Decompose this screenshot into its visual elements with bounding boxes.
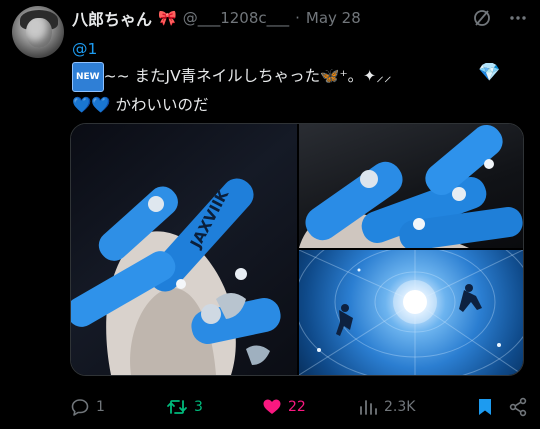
share-button[interactable] (508, 397, 528, 417)
avatar[interactable] (12, 6, 64, 58)
like-count: 22 (288, 399, 306, 415)
share-icon (509, 397, 527, 417)
author-handle[interactable]: @___1208c___ (183, 9, 289, 27)
views-button[interactable]: 2.3K (358, 397, 444, 417)
bookmark-icon (479, 399, 491, 415)
retweet-count: 3 (194, 399, 203, 415)
tweet-secondary-actions (476, 397, 528, 417)
nail-photo-1[interactable]: JAXVIIK (71, 124, 297, 375)
anime-underwater-image[interactable] (299, 250, 523, 375)
grok-icon[interactable] (472, 8, 492, 28)
tweet-line-2: ~~ またJV青ネイルしちゃった (103, 67, 321, 85)
nail-photo-2[interactable] (299, 124, 523, 248)
post-date[interactable]: May 28 (306, 9, 361, 27)
retweet-icon (167, 400, 187, 414)
new-badge-emoji: NEW (72, 62, 104, 92)
like-button[interactable]: 22 (262, 397, 358, 417)
views-icon (360, 400, 377, 415)
separator: · (295, 9, 300, 27)
reply-count: 1 (96, 399, 105, 415)
more-options-icon[interactable] (508, 8, 528, 28)
author-name[interactable]: 八郎ちゃん (72, 6, 152, 30)
bow-emoji: 🎀 (158, 9, 177, 27)
sparkles-text: ⁺。✦⸝⸝ (339, 67, 392, 85)
gem-emoji: 💎 (478, 62, 501, 83)
media-grid: JAXVIIK (70, 123, 524, 376)
header-actions (472, 6, 528, 30)
tweet-text: @1 NEW ~~ またJV青ネイルしちゃった🦋⁺。✦⸝⸝ 💙💙 かわいいのだ (72, 36, 524, 118)
tweet-actions: 1 3 22 2.3K (70, 392, 528, 422)
reply-button[interactable]: 1 (70, 397, 166, 417)
butterfly-emoji: 🦋 (320, 67, 340, 85)
blue-hearts-emoji: 💙💙 (72, 96, 111, 114)
reply-icon (71, 399, 89, 416)
tweet-header: 八郎ちゃん 🎀 @___1208c___ · May 28 (72, 6, 528, 30)
bookmark-button[interactable] (476, 397, 494, 417)
retweet-button[interactable]: 3 (166, 397, 262, 417)
tweet-line-3: かわいいのだ (115, 96, 209, 114)
views-count: 2.3K (384, 399, 416, 415)
heart-icon (263, 399, 281, 414)
mention-link[interactable]: @1 (72, 40, 97, 58)
